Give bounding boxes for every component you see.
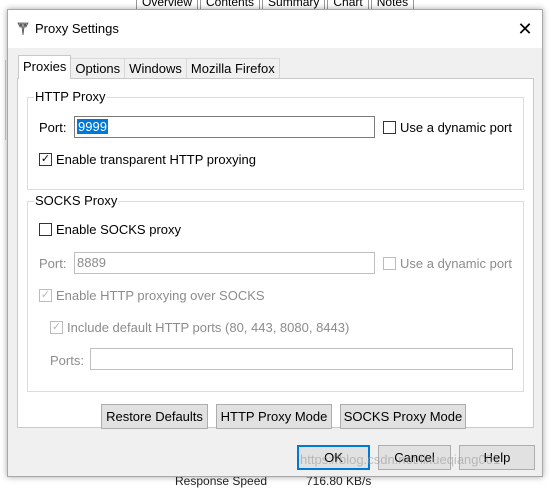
http-port-value: 9999 [77,119,108,134]
socks-port-value: 8889 [77,255,106,270]
socks-ports-field[interactable] [90,348,513,370]
tab-proxies[interactable]: Proxies [18,55,72,79]
close-icon: ✕ [517,18,533,39]
proxies-tab-panel: HTTP Proxy Port: 9999 Use a dynamic port… [17,78,534,429]
socks-proxy-group-title: SOCKS Proxy [34,193,119,208]
socks-proxy-group: SOCKS Proxy Enable SOCKS proxy Port: 888… [27,193,524,392]
socks-port-field[interactable]: 8889 [74,252,375,274]
app-icon [17,22,29,36]
socks-ports-label: Ports: [50,353,84,368]
background-panel-edge [0,60,6,140]
http-over-socks-label: Enable HTTP proxying over SOCKS [56,288,265,303]
http-dynamic-port-checkbox[interactable] [383,121,396,134]
dialog-title: Proxy Settings [35,21,119,36]
transparent-proxying-label: Enable transparent HTTP proxying [56,152,256,167]
socks-port-label: Port: [39,256,67,271]
socks-dynamic-port-checkbox[interactable] [383,257,396,270]
http-proxy-group-title: HTTP Proxy [34,89,107,104]
proxy-settings-dialog: Proxy Settings ✕ Proxies Options Windows… [7,9,543,477]
tab-bar: Proxies Options Windows Mozilla Firefox [18,55,280,79]
tab-windows[interactable]: Windows [124,58,187,78]
restore-defaults-button[interactable]: Restore Defaults [101,404,208,429]
enable-socks-checkbox[interactable] [39,223,52,236]
title-bar[interactable]: Proxy Settings ✕ [8,10,542,48]
http-port-label: Port: [39,120,67,135]
close-button[interactable]: ✕ [512,16,538,42]
http-port-field[interactable]: 9999 [74,116,375,138]
http-proxy-group: HTTP Proxy Port: 9999 Use a dynamic port… [27,89,524,190]
watermark-text: https://blog.csdn.net/lixueqiang001 [300,452,501,467]
include-default-ports-label: Include default HTTP ports (80, 443, 808… [67,320,350,335]
include-default-ports-checkbox[interactable]: ✓ [50,321,63,334]
check-icon: ✓ [40,289,51,301]
check-icon: ✓ [40,153,51,165]
socks-dynamic-port-label: Use a dynamic port [400,256,512,271]
http-over-socks-checkbox[interactable]: ✓ [39,289,52,302]
socks-proxy-mode-button[interactable]: SOCKS Proxy Mode [340,404,466,429]
enable-socks-label: Enable SOCKS proxy [56,222,182,237]
http-dynamic-port-label: Use a dynamic port [400,120,512,135]
http-proxy-mode-button[interactable]: HTTP Proxy Mode [216,404,332,429]
transparent-proxying-checkbox[interactable]: ✓ [39,153,52,166]
tab-options[interactable]: Options [70,58,126,78]
check-icon: ✓ [51,321,62,333]
tab-mozilla-firefox[interactable]: Mozilla Firefox [185,58,280,78]
